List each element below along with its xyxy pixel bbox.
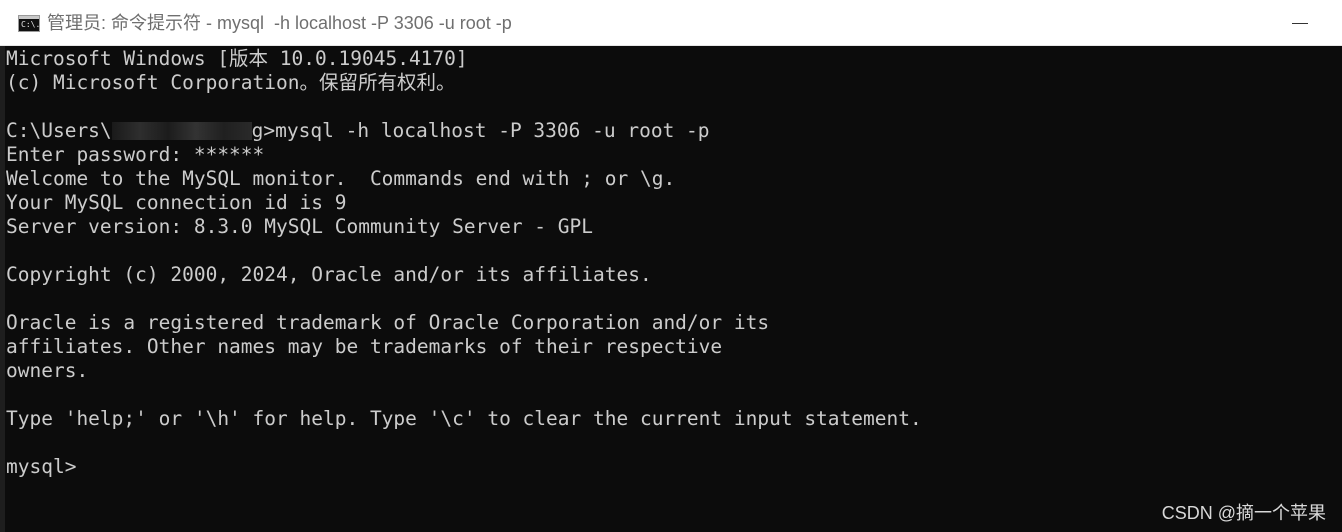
console-line: Your MySQL connection id is 9 xyxy=(6,191,347,214)
window-title: 管理员: 命令提示符 - mysql -h localhost -P 3306 … xyxy=(47,13,512,33)
command-line: C:\Users\ g>mysql -h localhost -P 3306 -u… xyxy=(6,119,922,143)
minimize-icon xyxy=(1292,23,1308,24)
cmd-icon-prompt: C:\. xyxy=(21,20,41,29)
command-text: mysql -h localhost -P 3306 -u root -p xyxy=(275,119,710,142)
minimize-button[interactable] xyxy=(1284,10,1316,36)
console-line: Oracle is a registered trademark of Orac… xyxy=(6,311,770,334)
cmd-icon-bar xyxy=(19,16,39,19)
console-output: Microsoft Windows [版本 10.0.19045.4170] (… xyxy=(6,47,922,479)
console-line: Welcome to the MySQL monitor. Commands e… xyxy=(6,167,676,190)
console-line: affiliates. Other names may be trademark… xyxy=(6,335,723,358)
mysql-prompt[interactable]: mysql> xyxy=(6,455,922,479)
console-line: Copyright (c) 2000, 2024, Oracle and/or … xyxy=(6,263,652,286)
console-line: Microsoft Windows [版本 10.0.19045.4170] xyxy=(6,47,468,70)
console-line: owners. xyxy=(6,359,89,382)
cmd-icon: C:\. xyxy=(18,15,40,32)
console-area[interactable]: Microsoft Windows [版本 10.0.19045.4170] (… xyxy=(0,46,1342,532)
console-line: Server version: 8.3.0 MySQL Community Se… xyxy=(6,215,593,238)
console-line: Enter password: ****** xyxy=(6,143,265,166)
console-line: Type 'help;' or '\h' for help. Type '\c'… xyxy=(6,407,922,430)
cmd-window: C:\. 管理员: 命令提示符 - mysql -h localhost -P … xyxy=(0,0,1342,532)
console-left-edge xyxy=(0,46,5,532)
path-prefix: C:\Users\ xyxy=(6,119,112,142)
path-suffix: g> xyxy=(251,119,276,142)
redacted-username xyxy=(111,122,252,140)
console-line: (c) Microsoft Corporation。保留所有权利。 xyxy=(6,71,456,94)
title-bar[interactable]: C:\. 管理员: 命令提示符 - mysql -h localhost -P … xyxy=(0,0,1342,46)
csdn-watermark: CSDN @摘一个苹果 xyxy=(1161,503,1326,523)
